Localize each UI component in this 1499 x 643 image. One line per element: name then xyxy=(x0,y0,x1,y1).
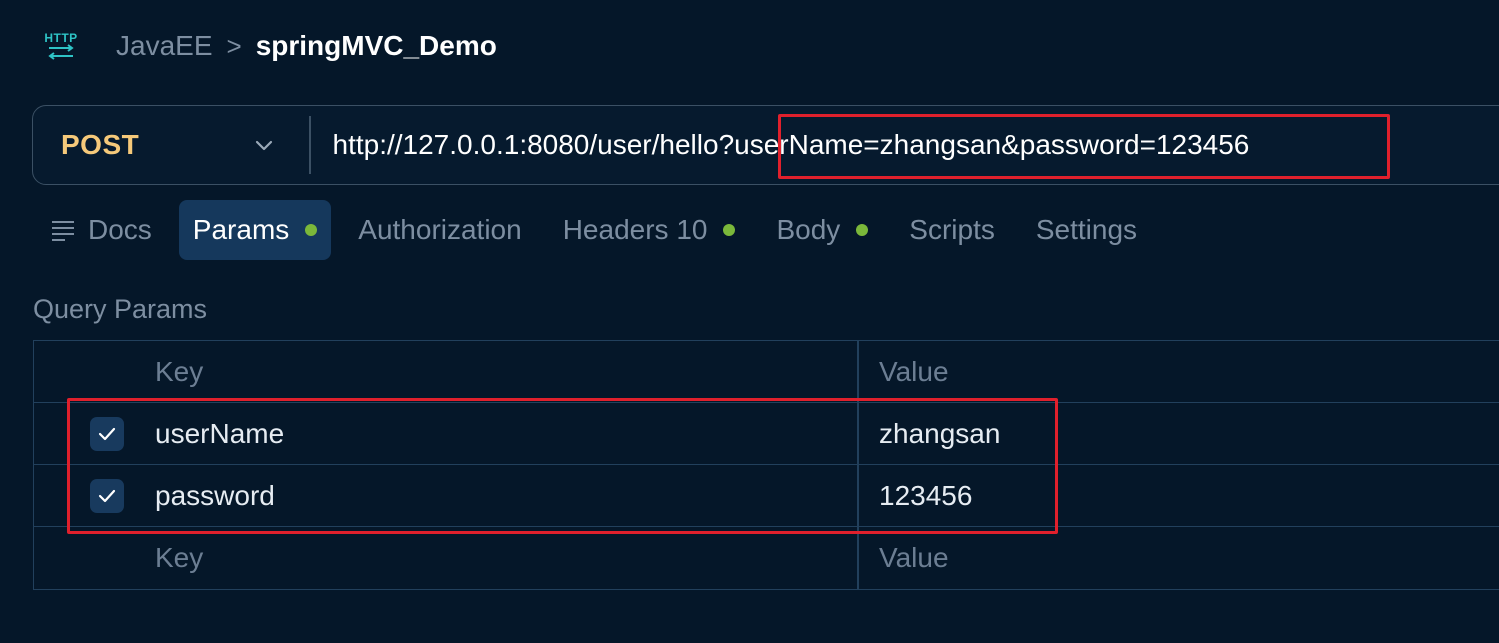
breadcrumb-separator-icon: > xyxy=(226,30,242,61)
tab-label: Settings xyxy=(1035,214,1138,245)
status-dot-icon xyxy=(723,224,736,236)
status-dot-icon xyxy=(856,224,869,236)
method-select[interactable]: POST xyxy=(33,106,309,184)
tab-body[interactable]: Body xyxy=(762,200,882,260)
column-header-key: Key xyxy=(155,356,204,387)
url-divider xyxy=(309,116,311,174)
tab-scripts[interactable]: Scripts xyxy=(895,200,1009,260)
status-dot-icon xyxy=(305,224,318,236)
param-value-input[interactable]: 123456 xyxy=(879,465,972,527)
tab-label: Authorization xyxy=(358,214,522,245)
tab-authorization[interactable]: Authorization xyxy=(344,200,535,260)
param-key-input[interactable]: password xyxy=(155,465,275,527)
tab-label: Params xyxy=(192,214,290,245)
chevron-down-icon xyxy=(255,140,273,151)
tab-label: Scripts xyxy=(909,214,995,245)
params-table: Key Value userName zhangsan password 123… xyxy=(33,340,1499,590)
tab-headers[interactable]: Headers 10 xyxy=(549,200,750,260)
url-input[interactable]: http://127.0.0.1:8080/user/hello?userNam… xyxy=(333,129,1250,161)
enable-checkbox[interactable] xyxy=(90,417,124,451)
checkmark-icon xyxy=(98,427,116,441)
tab-label: Body xyxy=(776,214,841,245)
url-bar: POST http://127.0.0.1:8080/user/hello?us… xyxy=(32,105,1499,185)
param-value-input[interactable]: zhangsan xyxy=(879,403,1000,465)
tab-label: Docs xyxy=(88,214,152,245)
tab-settings[interactable]: Settings xyxy=(1022,200,1151,260)
method-label: POST xyxy=(61,129,140,160)
tab-label: Headers 10 xyxy=(562,214,708,245)
breadcrumb: HTTP JavaEE > springMVC_Demo xyxy=(40,22,497,70)
table-row: userName zhangsan xyxy=(34,403,1499,465)
http-request-icon: HTTP xyxy=(40,22,82,70)
request-editor: HTTP JavaEE > springMVC_Demo POST http:/… xyxy=(0,0,1499,643)
table-row: password 123456 xyxy=(34,465,1499,527)
request-tabs: Docs Params Authorization Headers 10 Bod… xyxy=(36,200,1164,260)
tab-params[interactable]: Params xyxy=(178,200,332,260)
checkmark-icon xyxy=(98,489,116,503)
new-value-input[interactable]: Value xyxy=(879,527,949,589)
param-key-input[interactable]: userName xyxy=(155,403,284,465)
section-title: Query Params xyxy=(33,294,208,324)
table-row-empty: Key Value xyxy=(34,527,1499,589)
table-header-row: Key Value xyxy=(34,341,1499,403)
breadcrumb-collection[interactable]: JavaEE xyxy=(116,30,213,62)
enable-checkbox[interactable] xyxy=(90,479,124,513)
new-key-input[interactable]: Key xyxy=(155,527,203,589)
tab-docs[interactable]: Docs xyxy=(36,200,166,260)
request-name[interactable]: springMVC_Demo xyxy=(256,30,497,62)
docs-lines-icon xyxy=(52,221,74,241)
column-header-value: Value xyxy=(879,356,949,387)
